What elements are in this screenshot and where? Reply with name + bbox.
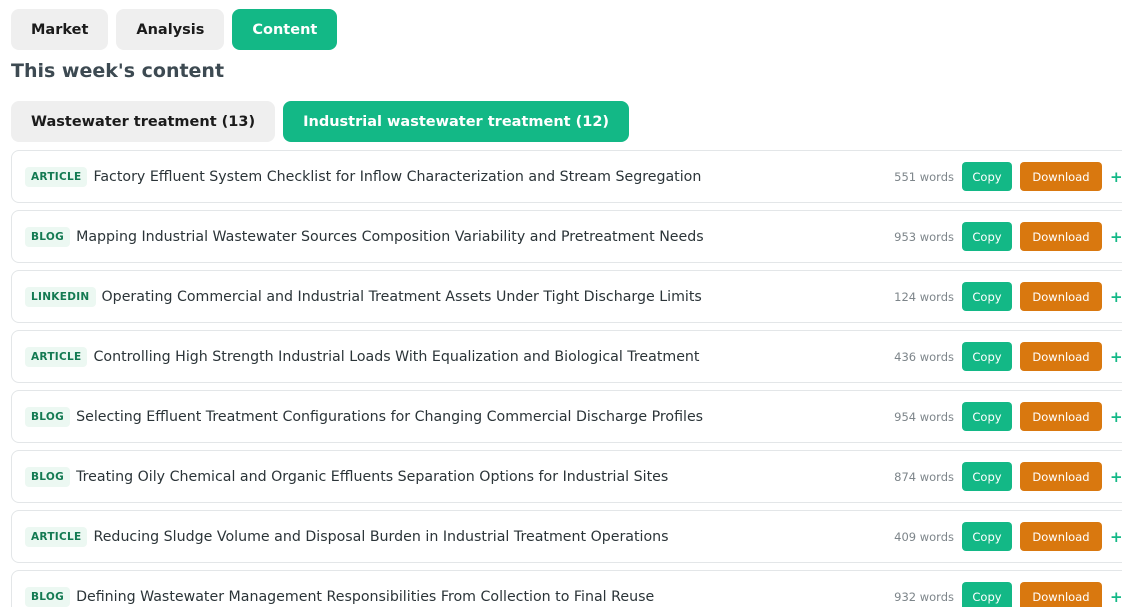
row-actions: 409 words Copy Download + <box>881 511 1122 562</box>
word-count: 954 words <box>894 409 954 424</box>
plus-icon[interactable]: + <box>1110 588 1122 606</box>
content-title: Operating Commercial and Industrial Trea… <box>101 288 702 305</box>
plus-icon[interactable]: + <box>1110 168 1122 186</box>
content-title: Mapping Industrial Wastewater Sources Co… <box>76 228 704 245</box>
word-count: 953 words <box>894 229 954 244</box>
copy-button[interactable]: Copy <box>962 402 1012 431</box>
tab-content[interactable]: Content <box>232 9 338 50</box>
row-actions: 932 words Copy Download + <box>881 571 1122 607</box>
plus-icon[interactable]: + <box>1110 468 1122 486</box>
tab-industrial-wastewater-treatment[interactable]: Industrial wastewater treatment (12) <box>283 101 630 142</box>
download-button[interactable]: Download <box>1020 462 1102 491</box>
content-type-badge: BLOG <box>25 406 71 427</box>
word-count: 932 words <box>894 589 954 604</box>
download-button[interactable]: Download <box>1020 582 1102 607</box>
content-row: BLOG Selecting Effluent Treatment Config… <box>11 390 1122 443</box>
row-actions: 551 words Copy Download + <box>881 151 1122 202</box>
content-title: Factory Effluent System Checklist for In… <box>93 168 702 185</box>
download-button[interactable]: Download <box>1020 282 1102 311</box>
row-actions: 436 words Copy Download + <box>881 331 1122 382</box>
content-title: Treating Oily Chemical and Organic Efflu… <box>76 468 669 485</box>
word-count: 874 words <box>894 469 954 484</box>
tab-wastewater-treatment[interactable]: Wastewater treatment (13) <box>11 101 276 142</box>
content-type-badge: ARTICLE <box>25 346 88 367</box>
plus-icon[interactable]: + <box>1110 228 1122 246</box>
plus-icon[interactable]: + <box>1110 288 1122 306</box>
word-count: 436 words <box>894 349 954 364</box>
top-tab-bar: Market Analysis Content <box>11 9 338 50</box>
row-actions: 954 words Copy Download + <box>881 391 1122 442</box>
content-type-badge: BLOG <box>25 226 71 247</box>
copy-button[interactable]: Copy <box>962 342 1012 371</box>
content-row: LINKEDIN Operating Commercial and Indust… <box>11 270 1122 323</box>
topic-tab-bar: Wastewater treatment (13) Industrial was… <box>11 101 630 142</box>
download-button[interactable]: Download <box>1020 162 1102 191</box>
plus-icon[interactable]: + <box>1110 528 1122 546</box>
content-list: ARTICLE Factory Effluent System Checklis… <box>11 150 1122 607</box>
content-type-badge: ARTICLE <box>25 166 88 187</box>
content-title: Defining Wastewater Management Responsib… <box>76 588 655 605</box>
content-type-badge: LINKEDIN <box>25 286 96 307</box>
content-type-badge: ARTICLE <box>25 526 88 547</box>
content-row: BLOG Mapping Industrial Wastewater Sourc… <box>11 210 1122 263</box>
tab-market[interactable]: Market <box>11 9 109 50</box>
copy-button[interactable]: Copy <box>962 522 1012 551</box>
download-button[interactable]: Download <box>1020 222 1102 251</box>
row-actions: 953 words Copy Download + <box>881 211 1122 262</box>
content-type-badge: BLOG <box>25 466 71 487</box>
content-title: Reducing Sludge Volume and Disposal Burd… <box>93 528 669 545</box>
content-row: ARTICLE Reducing Sludge Volume and Dispo… <box>11 510 1122 563</box>
copy-button[interactable]: Copy <box>962 582 1012 607</box>
plus-icon[interactable]: + <box>1110 408 1122 426</box>
download-button[interactable]: Download <box>1020 342 1102 371</box>
word-count: 124 words <box>894 289 954 304</box>
content-row: BLOG Defining Wastewater Management Resp… <box>11 570 1122 607</box>
copy-button[interactable]: Copy <box>962 282 1012 311</box>
content-title: Controlling High Strength Industrial Loa… <box>93 348 700 365</box>
content-type-badge: BLOG <box>25 586 71 607</box>
content-title: Selecting Effluent Treatment Configurati… <box>76 408 704 425</box>
word-count: 409 words <box>894 529 954 544</box>
word-count: 551 words <box>894 169 954 184</box>
copy-button[interactable]: Copy <box>962 162 1012 191</box>
content-row: ARTICLE Factory Effluent System Checklis… <box>11 150 1122 203</box>
content-row: BLOG Treating Oily Chemical and Organic … <box>11 450 1122 503</box>
row-actions: 874 words Copy Download + <box>881 451 1122 502</box>
copy-button[interactable]: Copy <box>962 462 1012 491</box>
tab-analysis[interactable]: Analysis <box>116 9 225 50</box>
section-title: This week's content <box>11 60 225 82</box>
download-button[interactable]: Download <box>1020 522 1102 551</box>
copy-button[interactable]: Copy <box>962 222 1012 251</box>
content-row: ARTICLE Controlling High Strength Indust… <box>11 330 1122 383</box>
plus-icon[interactable]: + <box>1110 348 1122 366</box>
row-actions: 124 words Copy Download + <box>881 271 1122 322</box>
download-button[interactable]: Download <box>1020 402 1102 431</box>
